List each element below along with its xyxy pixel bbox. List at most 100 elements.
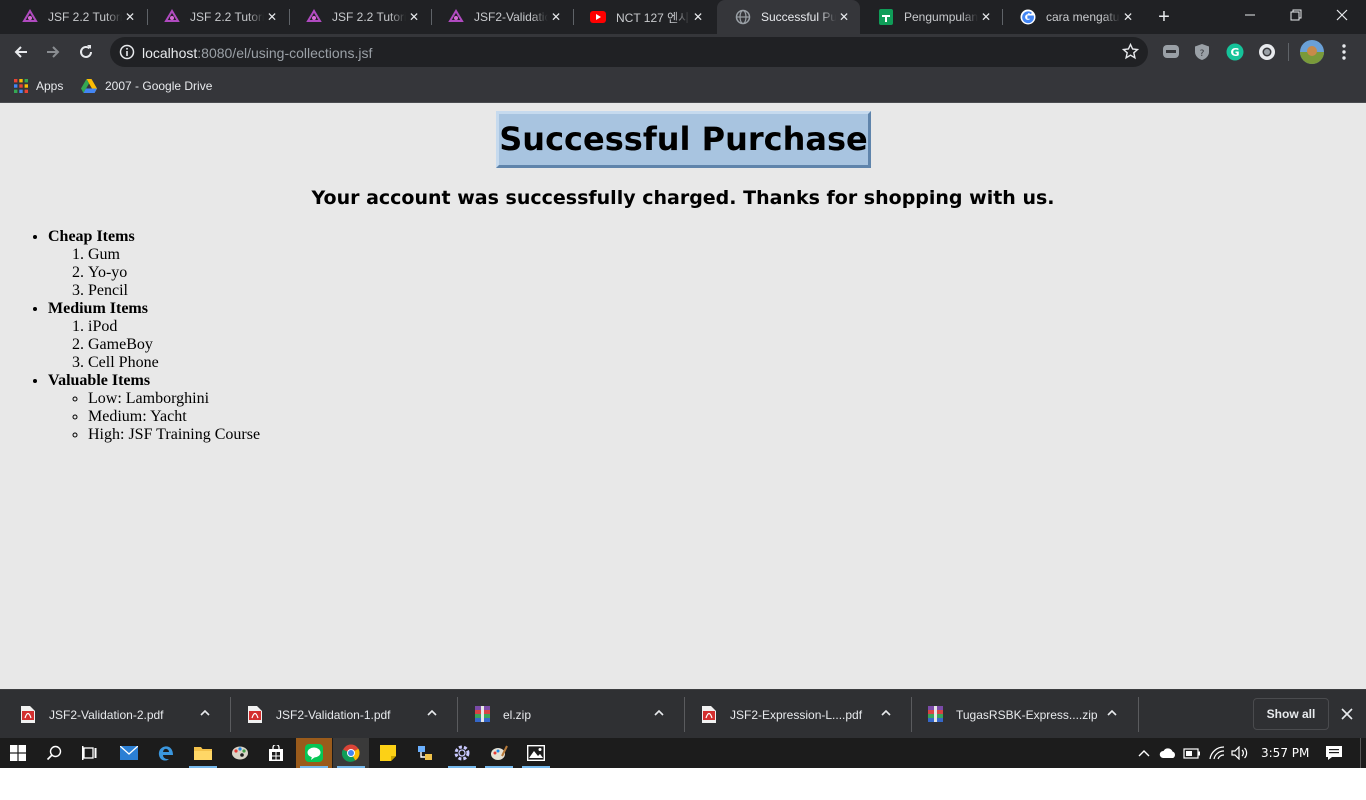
chevron-up-icon [1138, 750, 1150, 757]
close-tab-icon[interactable]: ✕ [406, 9, 422, 25]
taskbar-file-explorer[interactable] [185, 738, 221, 768]
download-item[interactable]: JSF2-Expression-L....pdf [681, 690, 908, 739]
chevron-up-icon[interactable] [198, 706, 212, 725]
chevron-up-icon[interactable] [879, 706, 893, 725]
close-tab-icon[interactable]: ✕ [690, 9, 706, 25]
taskbar-edge[interactable] [148, 738, 184, 768]
chevron-up-icon[interactable] [1105, 706, 1119, 725]
folder-icon [194, 747, 212, 760]
show-hidden-icons[interactable] [1135, 745, 1153, 761]
edge-browser-icon [158, 746, 173, 761]
taskbar-chrome[interactable] [333, 738, 369, 768]
download-filename: TugasRSBK-Express....zip [956, 708, 1098, 722]
download-filename: JSF2-Validation-2.pdf [49, 708, 164, 722]
line-extension-icon[interactable] [1162, 43, 1180, 61]
new-tab-button[interactable]: + [1153, 6, 1175, 28]
site-info-icon[interactable] [119, 44, 135, 65]
taskbar-store[interactable] [258, 738, 294, 768]
download-item[interactable]: el.zip [454, 690, 681, 739]
bookmark-apps[interactable]: Apps [14, 77, 63, 95]
action-center-icon[interactable] [1324, 745, 1344, 761]
download-item[interactable]: TugasRSBK-Express....zip [907, 690, 1134, 739]
close-tab-icon[interactable]: ✕ [978, 9, 994, 25]
page-content: Successful Purchase Your account was suc… [0, 103, 1366, 689]
jsf-ide-icon [306, 9, 322, 25]
jsf-ide-icon [22, 9, 38, 25]
category-list: Cheap Items Gum Yo-yo Pencil Medium Item… [48, 228, 260, 444]
bookmark-star-icon[interactable] [1121, 42, 1140, 65]
valuable-items-list: Low: Lamborghini Medium: Yacht High: JSF… [48, 390, 260, 444]
restore-window-button[interactable] [1273, 0, 1319, 30]
taskbar-paint[interactable] [222, 738, 258, 768]
close-tab-icon[interactable]: ✕ [122, 9, 138, 25]
close-tab-icon[interactable]: ✕ [548, 9, 564, 25]
download-item[interactable]: JSF2-Validation-1.pdf [227, 690, 454, 739]
task-view-button[interactable] [72, 738, 108, 768]
globe-icon [735, 9, 751, 25]
taskbar-paint-3d[interactable] [481, 738, 517, 768]
onedrive-icon[interactable] [1159, 745, 1177, 761]
list-item: Pencil [88, 282, 260, 300]
taskbar-photos[interactable] [518, 738, 554, 768]
taskbar-line[interactable] [296, 738, 332, 768]
pdf-file-icon [702, 706, 716, 728]
back-button[interactable] [8, 39, 34, 65]
bookmark-google-drive[interactable]: 2007 - Google Drive [81, 77, 212, 95]
circle-extension-icon[interactable] [1258, 43, 1276, 61]
cheap-items-list: Gum Yo-yo Pencil [48, 246, 260, 300]
volume-icon[interactable] [1231, 745, 1249, 761]
wifi-icon[interactable] [1208, 745, 1226, 761]
youtube-icon [590, 9, 606, 25]
close-tab-icon[interactable]: ✕ [264, 9, 280, 25]
address-bar[interactable]: localhost:8080/el/using-collections.jsf [110, 37, 1148, 67]
reload-button[interactable] [73, 39, 99, 65]
url-host: localhost [142, 45, 198, 61]
apps-grid-icon [14, 79, 28, 93]
close-tab-icon[interactable]: ✕ [836, 9, 852, 25]
tab-jsf2-validation[interactable]: JSF2-Validation-1 ✕ [430, 0, 572, 34]
tab-title: cara mengatur [1046, 10, 1120, 24]
minimize-window-button[interactable] [1227, 0, 1273, 30]
close-window-button[interactable] [1319, 0, 1365, 30]
shield-extension-icon[interactable]: ? [1193, 43, 1211, 61]
taskbar-settings-app[interactable] [444, 738, 480, 768]
chevron-up-icon[interactable] [425, 706, 439, 725]
tab-pengumpulan[interactable]: Pengumpulan Tugas ✕ [860, 0, 1002, 34]
chrome-icon [342, 744, 360, 762]
download-item[interactable]: JSF2-Validation-2.pdf [0, 690, 227, 739]
tab-successful-purchase[interactable]: Successful Purchase ✕ [717, 0, 860, 34]
close-tab-icon[interactable]: ✕ [1120, 9, 1136, 25]
tab-jsf-tutorial-2[interactable]: JSF 2.2 Tutorial: JSF 2.2 ✕ [146, 0, 288, 34]
taskbar-mail[interactable] [111, 738, 147, 768]
chevron-up-icon[interactable] [652, 706, 666, 725]
start-button[interactable] [0, 738, 36, 768]
tab-title: JSF 2.2 Tutorial: JSF 2.2 [48, 10, 122, 24]
page-title: Successful Purchase [496, 111, 871, 168]
close-download-shelf-button[interactable] [1338, 705, 1356, 723]
tab-youtube-nct127[interactable]: NCT 127 엔시티 127 ✕ [572, 0, 714, 34]
tab-google-search[interactable]: cara mengatur ✕ [1002, 0, 1144, 34]
pdf-file-icon [21, 706, 35, 728]
taskbar-sticky-notes[interactable] [370, 738, 406, 768]
category-heading: Cheap Items [48, 228, 135, 245]
google-drive-icon [81, 79, 97, 93]
taskbar-clock[interactable]: 3:57 PM [1261, 746, 1309, 760]
tab-title: JSF 2.2 Tutorial: JSF 2.2 [190, 10, 264, 24]
search-button[interactable] [36, 738, 72, 768]
svg-text:G: G [1230, 46, 1239, 59]
battery-icon[interactable] [1183, 745, 1201, 761]
taskbar-network-tool[interactable] [407, 738, 443, 768]
profile-avatar[interactable] [1300, 40, 1324, 64]
show-desktop-button[interactable] [1360, 738, 1361, 768]
medium-items-list: iPod GameBoy Cell Phone [48, 318, 260, 372]
forward-button[interactable] [40, 39, 66, 65]
url-text: localhost:8080/el/using-collections.jsf [142, 45, 372, 61]
grammarly-icon[interactable]: G [1226, 43, 1244, 61]
tab-jsf-tutorial-3[interactable]: JSF 2.2 Tutorial: JSF 2.2 ✕ [288, 0, 430, 34]
list-item: Gum [88, 246, 260, 264]
category-valuable-items: Valuable Items Low: Lamborghini Medium: … [48, 372, 260, 444]
tab-jsf-tutorial-1[interactable]: JSF 2.2 Tutorial: JSF 2.2 ✕ [4, 0, 146, 34]
show-all-downloads-button[interactable]: Show all [1253, 698, 1329, 730]
chrome-menu-icon[interactable] [1335, 43, 1353, 61]
windows-taskbar: 3:57 PM [0, 738, 1366, 768]
